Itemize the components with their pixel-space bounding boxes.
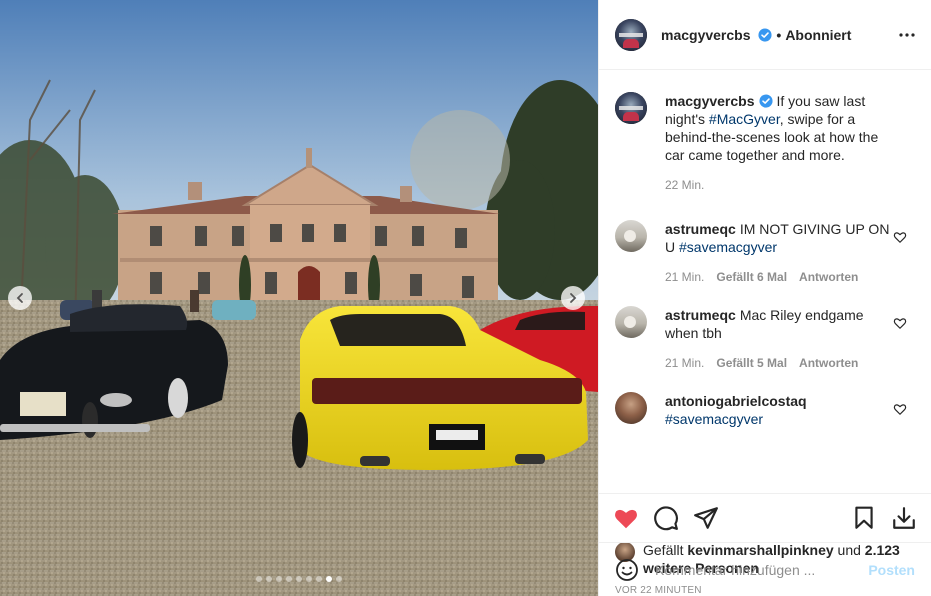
comment-heart-icon[interactable] <box>893 230 907 244</box>
commenter-avatar[interactable] <box>615 306 647 338</box>
caption-author-avatar[interactable] <box>615 92 647 124</box>
post-comment-button[interactable]: Posten <box>868 562 915 578</box>
photo-scene <box>0 0 598 596</box>
comment-hashtag[interactable]: #savemacgyver <box>679 239 777 255</box>
instagram-post: macgyvercbs • Abonniert macgyvercbs If y… <box>0 0 931 596</box>
caption: macgyvercbs If you saw last night's #MacG… <box>615 92 915 194</box>
share-icon[interactable] <box>693 505 719 531</box>
comment-like-count[interactable]: Gefällt 5 Mal <box>716 354 787 372</box>
carousel-dot <box>336 576 342 582</box>
comment-text: antoniogabrielcostaq #savemacgyver <box>665 392 893 428</box>
comment-item: antoniogabrielcostaq #savemacgyver <box>615 392 915 428</box>
comments-list[interactable]: macgyvercbs If you saw last night's #MacG… <box>599 70 931 493</box>
reply-button[interactable]: Antworten <box>799 354 858 372</box>
follow-status-button[interactable]: Abonniert <box>785 27 851 43</box>
caption-hashtag[interactable]: #MacGyver <box>709 111 780 127</box>
carousel-dot <box>276 576 282 582</box>
post-panel: macgyvercbs • Abonniert macgyvercbs If y… <box>598 0 931 596</box>
chevron-left-icon <box>16 293 23 303</box>
comment-item: astrumeqc IM NOT GIVING UP ON U #savemacg… <box>615 220 915 286</box>
verified-badge-icon <box>758 94 773 108</box>
bookmark-icon[interactable] <box>851 505 877 531</box>
author-avatar[interactable] <box>615 18 647 51</box>
caption-time[interactable]: 22 Min. <box>665 176 704 194</box>
comment-icon[interactable] <box>653 505 679 531</box>
post-header: macgyvercbs • Abonniert <box>599 0 931 70</box>
comment-time[interactable]: 21 Min. <box>665 354 704 372</box>
carousel-dot <box>296 576 302 582</box>
comment-hashtag[interactable]: #savemacgyver <box>665 411 763 427</box>
carousel-dot <box>326 576 332 582</box>
comment-text: astrumeqc Mac Riley endgame when tbh <box>665 306 893 342</box>
chevron-right-icon <box>570 293 577 303</box>
download-icon[interactable] <box>891 505 917 531</box>
commenter-username[interactable]: astrumeqc <box>665 307 736 323</box>
commenter-username[interactable]: astrumeqc <box>665 221 736 237</box>
comment-item: astrumeqc Mac Riley endgame when tbh 21 M… <box>615 306 915 372</box>
comment-time[interactable]: 21 Min. <box>665 268 704 286</box>
heart-icon[interactable] <box>613 505 639 531</box>
action-bar <box>599 493 931 541</box>
commenter-username[interactable]: antoniogabrielcostaq <box>665 393 807 409</box>
commenter-avatar[interactable] <box>615 392 647 424</box>
reply-button[interactable]: Antworten <box>799 268 858 286</box>
caption-username[interactable]: macgyvercbs <box>665 93 755 109</box>
emoji-icon[interactable] <box>615 558 639 582</box>
carousel-dot <box>306 576 312 582</box>
carousel-dot <box>286 576 292 582</box>
comment-heart-icon[interactable] <box>893 316 907 330</box>
add-comment-bar: Posten <box>599 542 931 596</box>
author-username-text[interactable]: macgyvercbs <box>661 27 751 43</box>
carousel-dot <box>256 576 262 582</box>
carousel-dot <box>266 576 272 582</box>
separator-dot: • <box>776 26 782 43</box>
comment-like-count[interactable]: Gefällt 6 Mal <box>716 268 787 286</box>
comment-input[interactable] <box>655 561 869 578</box>
caption-text: macgyvercbs If you saw last night's #MacG… <box>665 92 893 164</box>
previous-slide-button[interactable] <box>8 286 32 310</box>
verified-badge-icon <box>758 27 772 42</box>
comment-text: astrumeqc IM NOT GIVING UP ON U #savemacg… <box>665 220 893 256</box>
carousel-dot <box>316 576 322 582</box>
post-photo[interactable] <box>0 0 598 596</box>
next-slide-button[interactable] <box>561 286 585 310</box>
comment-heart-icon[interactable] <box>893 402 907 416</box>
more-options-icon[interactable] <box>899 27 915 43</box>
commenter-avatar[interactable] <box>615 220 647 252</box>
author-username[interactable]: macgyvercbs <box>661 27 772 43</box>
carousel-indicator <box>0 576 598 582</box>
